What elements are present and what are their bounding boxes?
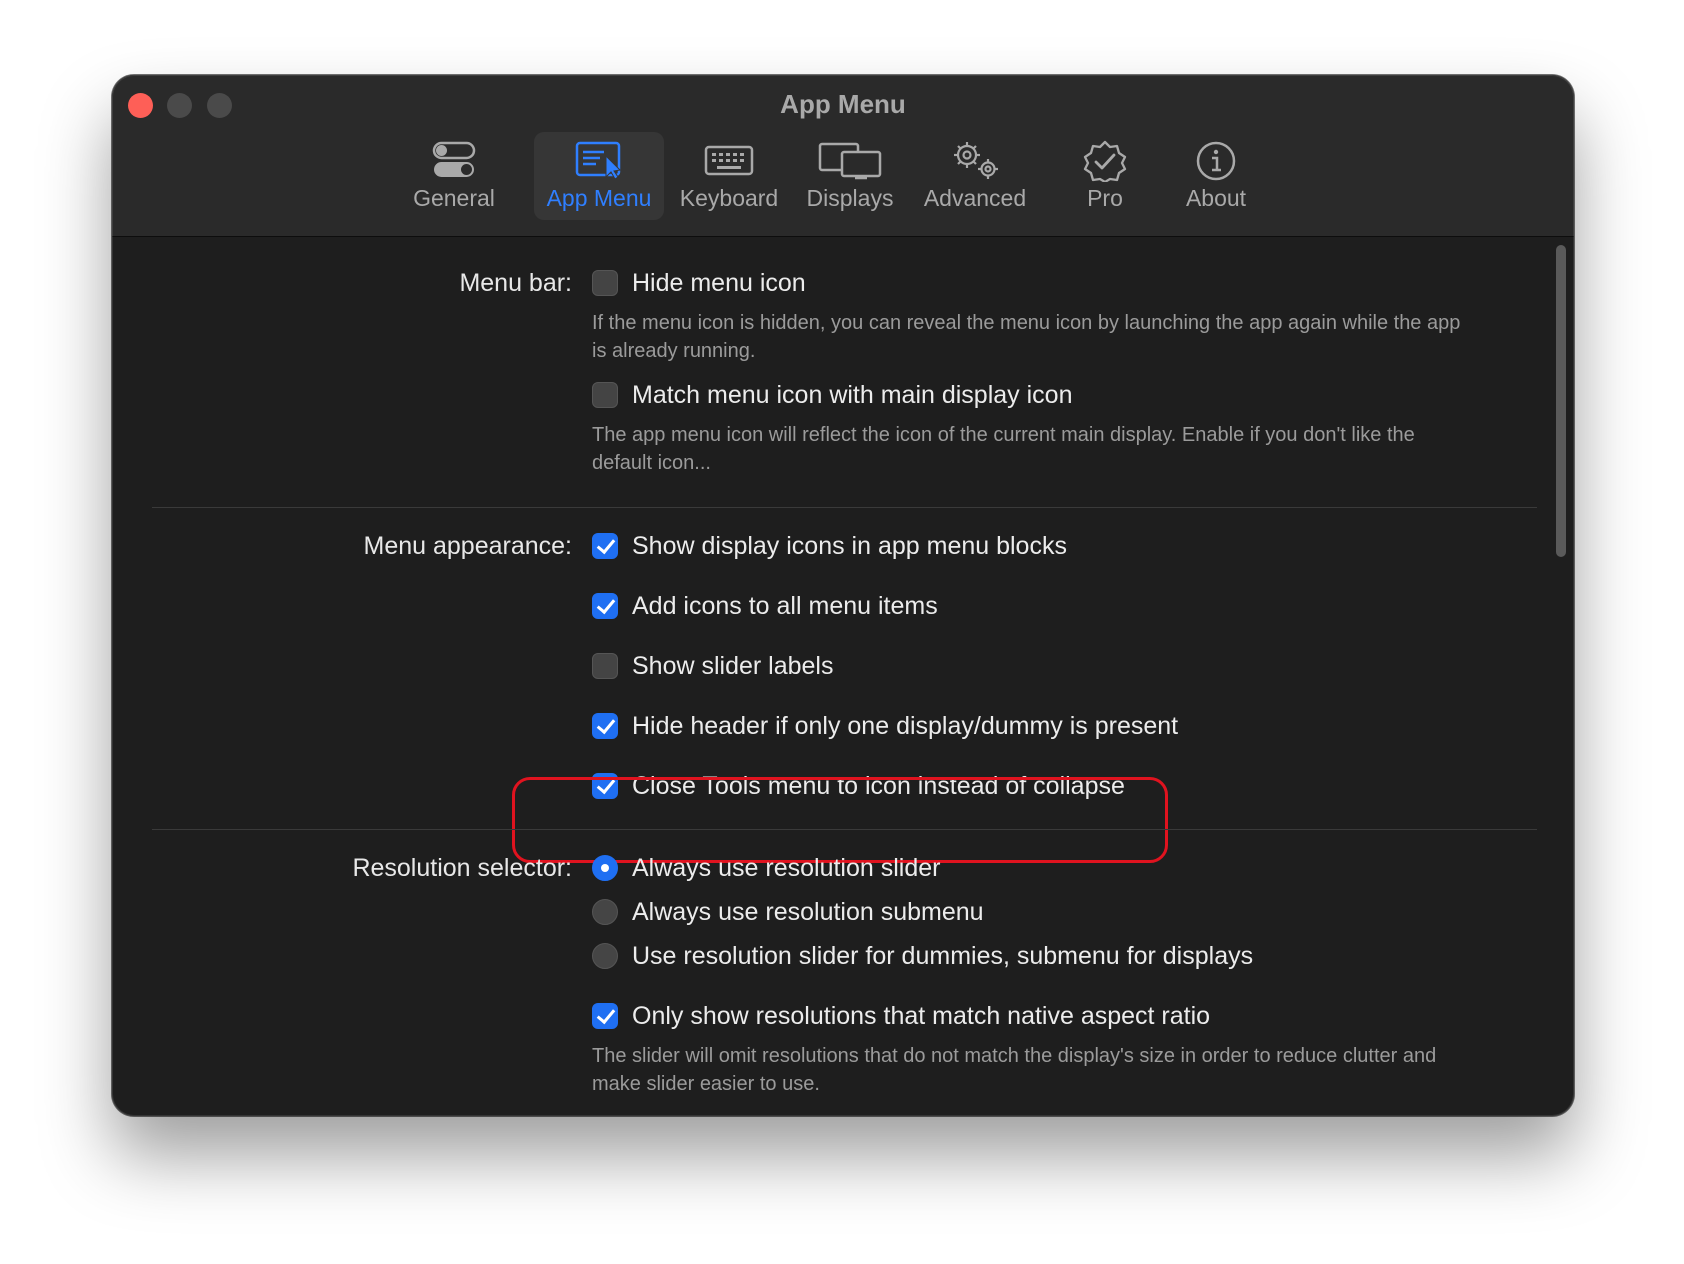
add-icons-label: Add icons to all menu items	[632, 591, 938, 620]
tab-pro-label: Pro	[1087, 185, 1123, 211]
always-submenu-radio[interactable]	[592, 899, 618, 925]
hide-menu-icon-label: Hide menu icon	[632, 268, 806, 297]
add-icons-checkbox[interactable]	[592, 593, 618, 619]
tab-about[interactable]: About	[1172, 132, 1260, 220]
add-icons-option[interactable]: Add icons to all menu items	[592, 591, 938, 621]
show-slider-labels-checkbox[interactable]	[592, 653, 618, 679]
tab-advanced-label: Advanced	[923, 185, 1027, 211]
show-slider-labels-label: Show slider labels	[632, 651, 834, 680]
tab-app-menu[interactable]: App Menu	[534, 132, 664, 220]
vertical-scrollbar[interactable]	[1556, 245, 1566, 557]
menu-appearance-label: Menu appearance:	[363, 532, 572, 560]
always-slider-option[interactable]: Always use resolution slider	[592, 853, 940, 883]
annotation-highlight-box	[512, 777, 1168, 863]
resolution-selector-label: Resolution selector:	[352, 854, 572, 882]
slider-dummies-label: Use resolution slider for dummies, subme…	[632, 941, 1254, 970]
match-menu-icon-checkbox[interactable]	[592, 382, 618, 408]
tab-general[interactable]: General	[408, 132, 500, 220]
native-aspect-label: Only show resolutions that match native …	[632, 1001, 1211, 1030]
always-submenu-label: Always use resolution submenu	[632, 897, 984, 926]
preferences-window: App Menu General App Menu Keyboard Displ…	[112, 75, 1574, 1116]
native-aspect-option[interactable]: Only show resolutions that match native …	[592, 1001, 1210, 1031]
tab-about-label: About	[1185, 185, 1247, 211]
hide-header-label: Hide header if only one display/dummy is…	[632, 711, 1179, 740]
tab-pro[interactable]: Pro	[1070, 132, 1140, 220]
tab-displays-label: Displays	[806, 185, 894, 211]
hide-menu-icon-checkbox[interactable]	[592, 270, 618, 296]
always-slider-label: Always use resolution slider	[632, 853, 941, 882]
gears-icon	[954, 142, 998, 179]
tab-displays[interactable]: Displays	[802, 132, 898, 220]
slider-dummies-option[interactable]: Use resolution slider for dummies, subme…	[592, 941, 1253, 971]
tab-advanced[interactable]: Advanced	[920, 132, 1030, 220]
native-aspect-description: The slider will omit resolutions that do…	[592, 1045, 1437, 1095]
show-display-icons-option[interactable]: Show display icons in app menu blocks	[592, 531, 1067, 561]
hide-menu-icon-option[interactable]: Hide menu icon	[592, 268, 806, 298]
verified-badge-icon	[1083, 140, 1127, 182]
app-menu-icon	[575, 141, 622, 180]
menu-bar-label: Menu bar:	[459, 269, 572, 297]
show-display-icons-label: Show display icons in app menu blocks	[632, 531, 1067, 560]
native-aspect-checkbox[interactable]	[592, 1003, 618, 1029]
section-divider	[152, 829, 1537, 830]
keyboard-icon	[704, 145, 754, 176]
section-divider	[152, 507, 1537, 508]
info-icon	[1196, 141, 1236, 181]
show-slider-labels-option[interactable]: Show slider labels	[592, 651, 834, 681]
always-slider-radio[interactable]	[592, 855, 618, 881]
tab-keyboard[interactable]: Keyboard	[679, 132, 779, 220]
match-menu-icon-option[interactable]: Match menu icon with main display icon	[592, 380, 1072, 410]
tab-app-menu-label: App Menu	[546, 185, 652, 211]
slider-dummies-radio[interactable]	[592, 943, 618, 969]
always-submenu-option[interactable]: Always use resolution submenu	[592, 897, 984, 927]
hide-header-option[interactable]: Hide header if only one display/dummy is…	[592, 711, 1178, 741]
tab-keyboard-label: Keyboard	[679, 185, 779, 211]
window-title: App Menu	[780, 89, 906, 119]
settings-content: Menu bar: Hide menu icon If the menu ico…	[112, 237, 1574, 1116]
title-bar: App Menu General App Menu Keyboard Displ…	[112, 75, 1574, 237]
match-menu-icon-label: Match menu icon with main display icon	[632, 380, 1073, 409]
match-menu-icon-description: The app menu icon will reflect the icon …	[592, 424, 1415, 474]
hide-menu-icon-description: If the menu icon is hidden, you can reve…	[592, 312, 1461, 362]
displays-icon	[818, 142, 882, 180]
tab-general-label: General	[413, 185, 495, 211]
hide-header-checkbox[interactable]	[592, 713, 618, 739]
toggle-switches-icon	[432, 141, 476, 177]
show-display-icons-checkbox[interactable]	[592, 533, 618, 559]
